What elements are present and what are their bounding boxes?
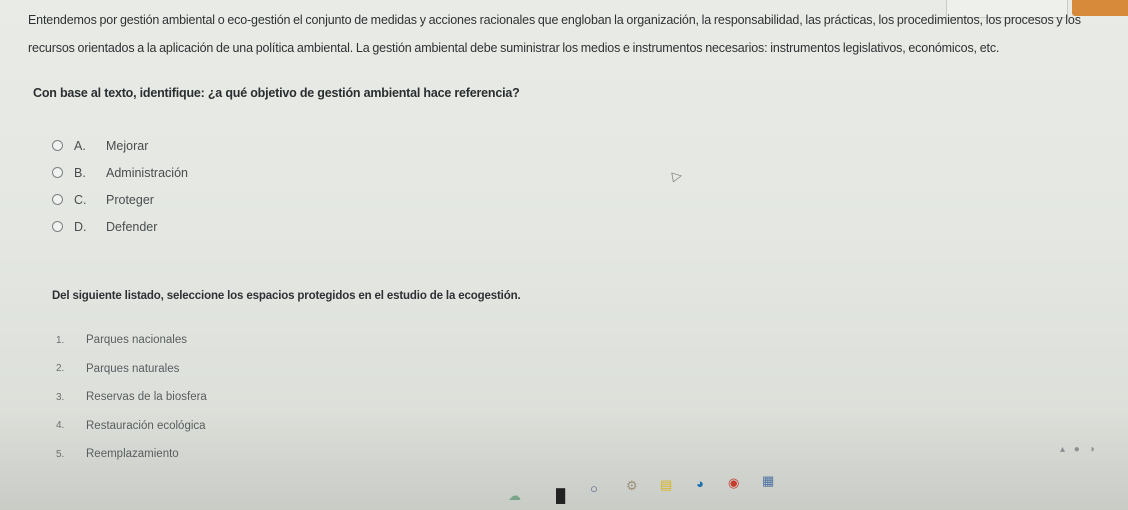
start-icon[interactable]: █ bbox=[556, 488, 565, 504]
radio-button[interactable] bbox=[52, 167, 63, 178]
option-d[interactable]: D. Defender bbox=[52, 213, 188, 240]
list-item: 1. Parques nacionales bbox=[56, 326, 207, 355]
list-label: Restauración ecológica bbox=[86, 419, 206, 432]
list-label: Parques naturales bbox=[86, 362, 180, 375]
radio-button[interactable] bbox=[52, 194, 63, 205]
option-label: Proteger bbox=[106, 192, 154, 207]
option-label: Mejorar bbox=[106, 138, 149, 153]
option-letter: A. bbox=[74, 138, 86, 153]
list-number: 3. bbox=[56, 391, 65, 403]
question-1-options: A. Mejorar B. Administración C. Proteger… bbox=[52, 132, 188, 240]
list-item: 2. Parques naturales bbox=[56, 355, 207, 384]
option-label: Administración bbox=[106, 165, 188, 180]
option-label: Defender bbox=[106, 219, 158, 234]
settings-icon[interactable]: ⚙ bbox=[626, 478, 638, 494]
list-number: 5. bbox=[56, 448, 65, 460]
list-label: Reservas de la biosfera bbox=[86, 391, 207, 404]
question-1-text: Con base al texto, identifique: ¿a qué o… bbox=[33, 86, 520, 100]
question-2-text: Del siguiente listado, seleccione los es… bbox=[52, 290, 521, 302]
list-label: Parques nacionales bbox=[86, 334, 188, 347]
chrome-icon[interactable]: ◉ bbox=[728, 475, 739, 491]
list-label: Reemplazamiento bbox=[86, 448, 179, 461]
widgets-icon[interactable]: ☁ bbox=[508, 488, 521, 504]
list-item: 3. Reservas de la biosfera bbox=[56, 383, 207, 412]
option-letter: C. bbox=[74, 192, 87, 207]
file-explorer-icon[interactable]: ▤ bbox=[660, 477, 672, 493]
app-icon[interactable]: ▦ bbox=[762, 473, 774, 489]
radio-button[interactable] bbox=[52, 140, 63, 151]
mouse-cursor-icon: ▷ bbox=[670, 167, 684, 184]
reading-paragraph: Entendemos por gestión ambiental o eco-g… bbox=[28, 13, 1081, 55]
option-a[interactable]: A. Mejorar bbox=[52, 132, 188, 159]
list-number: 2. bbox=[56, 363, 65, 375]
tray-icons[interactable]: ▴ ● ◑ bbox=[1060, 444, 1098, 455]
list-item: 4. Restauración ecológica bbox=[56, 412, 207, 441]
option-letter: D. bbox=[74, 219, 87, 234]
list-number: 1. bbox=[56, 334, 65, 346]
option-letter: B. bbox=[74, 165, 86, 180]
option-c[interactable]: C. Proteger bbox=[52, 186, 188, 213]
option-b[interactable]: B. Administración bbox=[52, 159, 188, 186]
taskbar: ☁ █ ○ ⚙ ▤ ◕ ◉ ▦ bbox=[0, 470, 1128, 510]
search-icon[interactable]: ○ bbox=[590, 481, 598, 497]
edge-browser-icon[interactable]: ◕ bbox=[696, 476, 704, 492]
list-item: 5. Reemplazamiento bbox=[56, 440, 207, 469]
question-2-list: 1. Parques nacionales 2. Parques natural… bbox=[56, 326, 207, 469]
radio-button[interactable] bbox=[52, 221, 63, 232]
list-number: 4. bbox=[56, 420, 65, 432]
